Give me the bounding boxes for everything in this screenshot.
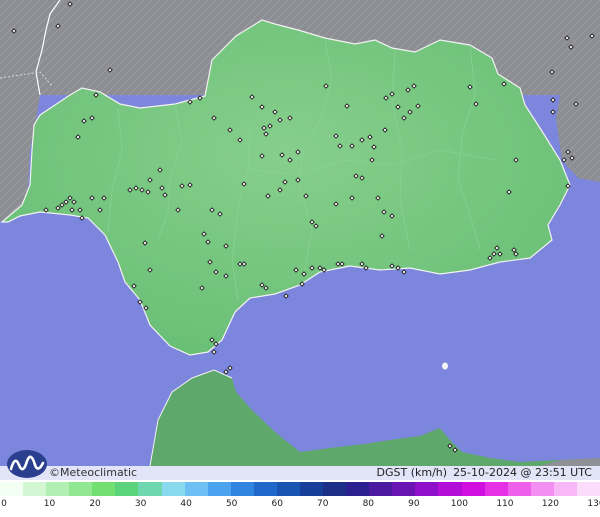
brand-label: ©Meteoclimatic xyxy=(49,466,137,480)
scale-tick-label: 0 xyxy=(1,499,7,509)
scale-swatch xyxy=(138,482,162,496)
scale-tick-label: 40 xyxy=(180,499,192,509)
scale-swatch xyxy=(300,482,324,496)
scale-swatch xyxy=(484,482,508,496)
scale-tick-label: 60 xyxy=(271,499,283,509)
brand-name: Meteoclimatic xyxy=(60,466,138,479)
scale-swatch xyxy=(553,482,577,496)
scale-swatch xyxy=(392,482,416,496)
meteoclimatic-logo xyxy=(7,450,47,478)
map-view: ©Meteoclimatic DGST (km/h) 25-10-2024 @ 2… xyxy=(0,0,600,517)
scale-swatch xyxy=(369,482,393,496)
scale-tick-label: 110 xyxy=(496,499,514,509)
map-info: DGST (km/h) 25-10-2024 @ 23:51 UTC xyxy=(377,466,592,480)
scale-swatch xyxy=(461,482,485,496)
scale-swatch xyxy=(576,482,600,496)
timestamp-label: 25-10-2024 @ 23:51 UTC xyxy=(453,466,592,479)
variable-label: DGST (km/h) xyxy=(376,466,448,479)
scale-tick-label: 30 xyxy=(134,499,147,509)
scale-tick-label: 50 xyxy=(225,499,238,509)
scale-tick-label: 80 xyxy=(362,499,375,509)
scale-swatch xyxy=(69,482,93,496)
scale-swatch xyxy=(346,482,370,496)
scale-swatch xyxy=(161,482,185,496)
scale-tick-label: 10 xyxy=(43,499,56,509)
scale-swatch xyxy=(230,482,254,496)
copyright-symbol: © xyxy=(49,466,60,479)
wind-gust-map xyxy=(0,0,600,467)
color-scale-ticks: 0 10 20 30 40 50 60 70 80 90 100 110 120 130 xyxy=(0,497,600,517)
scale-swatch xyxy=(46,482,70,496)
scale-swatch xyxy=(438,482,462,496)
scale-swatch xyxy=(276,482,301,496)
scale-swatch xyxy=(530,482,554,496)
scale-swatch xyxy=(115,482,139,496)
scale-swatch xyxy=(0,482,24,496)
scale-tick-label: 90 xyxy=(408,499,420,509)
scale-swatch xyxy=(23,482,47,496)
scale-swatch xyxy=(507,482,531,496)
color-scale-legend: 0 10 20 30 40 50 60 70 80 90 100 110 120 130 xyxy=(0,480,600,517)
scale-swatch xyxy=(92,482,116,496)
scale-tick-label: 130 xyxy=(587,499,600,509)
scale-swatch xyxy=(207,482,231,496)
color-scale-bar xyxy=(0,482,600,496)
scale-tick-label: 70 xyxy=(317,499,329,509)
alboran-island xyxy=(442,362,448,370)
scale-swatch xyxy=(253,482,277,496)
scale-tick-label: 20 xyxy=(89,499,101,509)
scale-swatch xyxy=(184,482,208,496)
scale-tick-label: 120 xyxy=(541,499,560,509)
scale-swatch xyxy=(415,482,439,496)
scale-tick-label: 100 xyxy=(450,499,468,509)
scale-swatch xyxy=(323,482,347,496)
